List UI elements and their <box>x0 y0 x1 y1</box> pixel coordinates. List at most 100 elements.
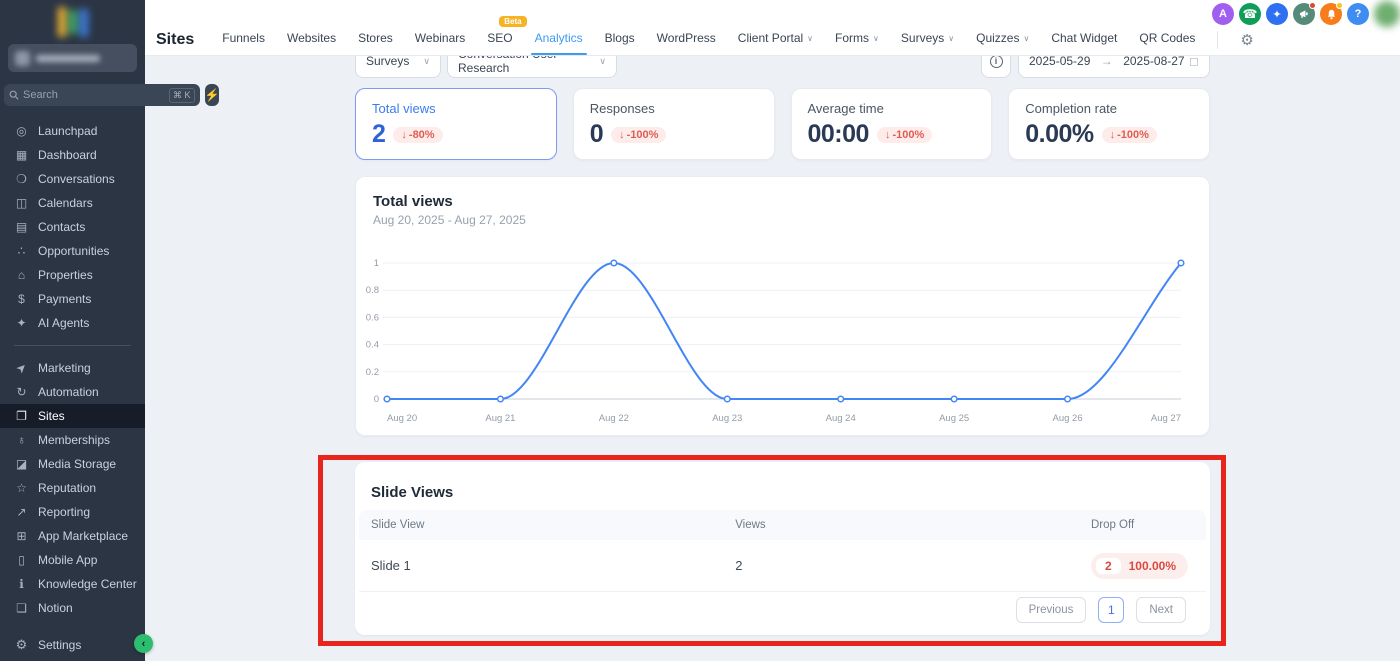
slide-views-card: Slide Views Slide View Views Drop Off Sl… <box>355 462 1210 635</box>
sidebar-search[interactable]: ⌘ K <box>4 84 200 106</box>
bell-icon <box>1326 9 1337 20</box>
app-logo <box>0 0 145 42</box>
sidebar-item[interactable]: ⌂ Properties <box>0 263 145 287</box>
sidebar-item[interactable]: ❍ Conversations <box>0 167 145 191</box>
automation-icon: ↻ <box>14 385 29 399</box>
pagination: Previous 1 Next <box>1016 597 1186 623</box>
sidebar-item[interactable]: ◫ Calendars <box>0 191 145 215</box>
nav-tab[interactable]: Quizzes ∨ <box>976 31 1029 49</box>
stat-value: 00:00 <box>808 120 869 149</box>
sidebar-item[interactable]: $ Payments <box>0 287 145 311</box>
sidebar-item[interactable]: ◎ Launchpad <box>0 119 145 143</box>
sidebar-item[interactable]: ▤ Contacts <box>0 215 145 239</box>
site-settings-gear-icon[interactable]: ⚙ <box>1240 31 1253 49</box>
sidebar-item-label: Reputation <box>38 481 96 495</box>
nav-tab[interactable]: QR Codes <box>1139 31 1195 49</box>
nav-tab[interactable]: Analytics <box>535 31 583 49</box>
sidebar-item[interactable]: ➤ Marketing <box>0 356 145 380</box>
sidebar-item[interactable]: ✦ AI Agents <box>0 311 145 335</box>
stat-label: Total views <box>372 101 540 116</box>
stat-card[interactable]: Total views 2 ↓-80% <box>355 88 557 160</box>
nav-tab[interactable]: Blogs <box>605 31 635 49</box>
sidebar-item-label: Opportunities <box>38 244 109 258</box>
drop-off-percent: 100.00% <box>1129 559 1176 573</box>
stat-card[interactable]: Average time 00:00 ↓-100% <box>791 88 993 160</box>
announcements-button[interactable] <box>1293 3 1315 25</box>
sidebar-item-label: AI Agents <box>38 316 89 330</box>
sidebar-item-label: Reporting <box>38 505 90 519</box>
notifications-button[interactable] <box>1320 3 1342 25</box>
nav-tab[interactable]: Webinars <box>415 31 465 49</box>
nav-tab[interactable]: Forms ∨ <box>835 31 879 49</box>
nav-divider <box>1217 31 1218 49</box>
nav-tab[interactable]: WordPress <box>657 31 716 49</box>
slide-views-title: Slide Views <box>371 484 453 501</box>
stat-card[interactable]: Responses 0 ↓-100% <box>573 88 775 160</box>
down-arrow-icon: ↓ <box>401 129 407 141</box>
delta-badge: ↓-100% <box>1102 127 1157 143</box>
sparkle-icon: ✦ <box>1272 8 1281 21</box>
analytics-content: Surveys ∨ Conversation User Research ∨ i… <box>145 0 1400 661</box>
current-page-button[interactable]: 1 <box>1098 597 1124 623</box>
next-page-button[interactable]: Next <box>1136 597 1186 623</box>
sidebar-item-label: Calendars <box>38 196 93 210</box>
sidebar-item-settings[interactable]: ⚙ Settings <box>0 633 145 657</box>
question-icon: ? <box>1355 8 1362 20</box>
top-navigation: Sites Funnels Websites Stores <box>145 0 1400 56</box>
account-switcher[interactable] <box>8 44 137 72</box>
sidebar-item[interactable]: ❐ Sites <box>0 404 145 428</box>
nav-tab[interactable]: Client Portal ∨ <box>738 31 813 49</box>
drop-off-count: 2 <box>1096 558 1121 574</box>
help-button[interactable]: ? <box>1347 3 1369 25</box>
sidebar-item[interactable]: ↻ Automation <box>0 380 145 404</box>
chevron-down-icon: ∨ <box>807 34 813 43</box>
sidebar-item[interactable]: ❏ Notion <box>0 596 145 620</box>
sidebar-item[interactable]: ◪ Media Storage <box>0 452 145 476</box>
nav-tab[interactable]: Websites <box>287 31 336 49</box>
nav-tab[interactable]: Chat Widget <box>1051 31 1117 49</box>
sidebar-item[interactable]: ↗ Reporting <box>0 500 145 524</box>
sidebar-item[interactable]: ▦ Dashboard <box>0 143 145 167</box>
stat-value: 0.00% <box>1025 120 1093 149</box>
info-icon: i <box>990 55 1003 68</box>
nav-tab[interactable]: Surveys ∨ <box>901 31 954 49</box>
bolt-icon: ⚡ <box>205 88 220 102</box>
sidebar-item[interactable]: ☆ Reputation <box>0 476 145 500</box>
table-row: Slide 1 2 2 100.00% <box>359 540 1206 592</box>
knowledge-center-icon: ℹ <box>14 577 29 591</box>
sidebar-item[interactable]: ▯ Mobile App <box>0 548 145 572</box>
sidebar-item[interactable]: ♁ Memberships <box>0 428 145 452</box>
nav-tab[interactable]: SEO Beta <box>487 31 512 49</box>
sidebar-divider <box>14 345 131 346</box>
ai-assistant-button[interactable]: ✦ <box>1266 3 1288 25</box>
sidebar-item[interactable]: ℹ Knowledge Center <box>0 572 145 596</box>
phone-button[interactable]: ☎ <box>1239 3 1261 25</box>
previous-page-button[interactable]: Previous <box>1016 597 1087 623</box>
svg-text:0.6: 0.6 <box>366 312 379 323</box>
user-avatar[interactable] <box>1374 1 1400 27</box>
svg-text:Aug 21: Aug 21 <box>485 413 515 424</box>
nav-tab[interactable]: Funnels <box>222 31 265 49</box>
sidebar-item[interactable]: ∴ Opportunities <box>0 239 145 263</box>
chevron-down-icon: ∨ <box>948 34 954 43</box>
launchpad-icon: ◎ <box>14 124 29 138</box>
sidebar-item-label: Payments <box>38 292 91 306</box>
svg-text:Aug 20: Aug 20 <box>387 413 417 424</box>
nav-tab[interactable]: Stores <box>358 31 393 49</box>
translate-button[interactable]: A <box>1212 3 1234 25</box>
nav-tabs: Funnels Websites Stores Webin <box>222 31 1195 49</box>
sidebar-item[interactable]: ⊞ App Marketplace <box>0 524 145 548</box>
ai-agents-icon: ✦ <box>14 316 29 330</box>
sidebar-collapse-button[interactable]: ‹ <box>134 634 153 653</box>
megaphone-icon <box>1299 9 1310 20</box>
svg-text:0.2: 0.2 <box>366 367 379 378</box>
search-input[interactable] <box>23 89 165 101</box>
sidebar-item-label: Settings <box>38 638 81 652</box>
down-arrow-icon: ↓ <box>885 129 891 141</box>
search-icon <box>9 90 19 100</box>
chevron-left-icon: ‹ <box>142 638 146 650</box>
stat-card[interactable]: Completion rate 0.00% ↓-100% <box>1008 88 1210 160</box>
down-arrow-icon: ↓ <box>619 129 625 141</box>
quick-actions-button[interactable]: ⚡ <box>205 84 220 106</box>
down-arrow-icon: ↓ <box>1110 129 1116 141</box>
